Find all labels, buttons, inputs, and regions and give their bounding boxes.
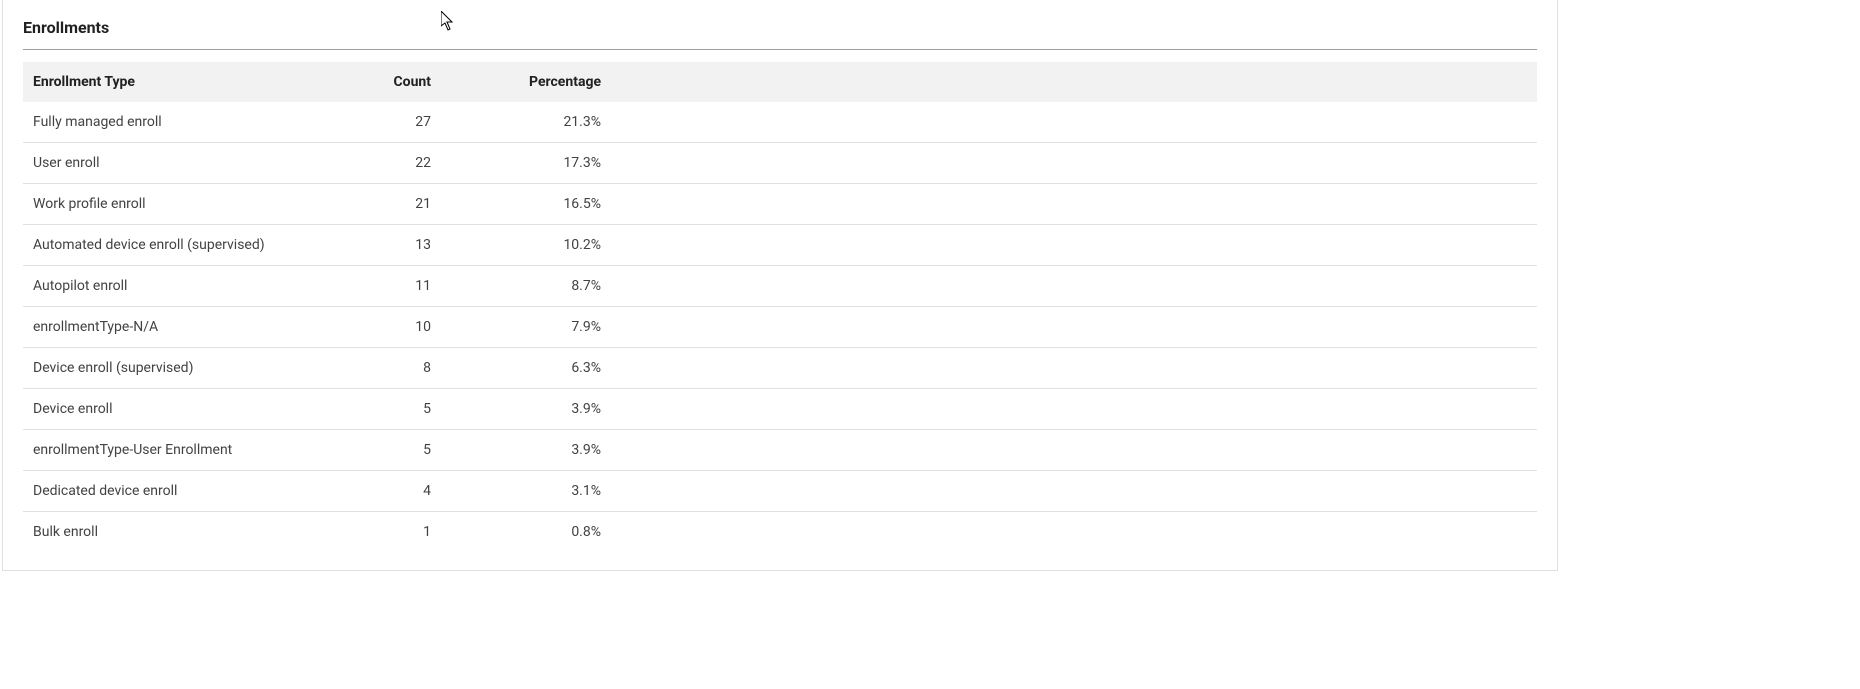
cell-fill <box>611 184 1537 225</box>
cell-percentage: 3.9% <box>441 430 611 471</box>
cell-percentage: 21.3% <box>441 102 611 143</box>
cell-enrollment-type: Dedicated device enroll <box>23 471 361 512</box>
cell-percentage: 0.8% <box>441 512 611 553</box>
cell-count: 5 <box>361 389 441 430</box>
table-row[interactable]: Device enroll53.9% <box>23 389 1537 430</box>
cell-count: 11 <box>361 266 441 307</box>
table-row[interactable]: Work profile enroll2116.5% <box>23 184 1537 225</box>
cell-count: 4 <box>361 471 441 512</box>
table-row[interactable]: Automated device enroll (supervised)1310… <box>23 225 1537 266</box>
cell-count: 1 <box>361 512 441 553</box>
header-percentage[interactable]: Percentage <box>441 62 611 102</box>
cell-count: 8 <box>361 348 441 389</box>
cell-count: 22 <box>361 143 441 184</box>
cell-fill <box>611 512 1537 553</box>
cell-enrollment-type: Work profile enroll <box>23 184 361 225</box>
table-header-row: Enrollment Type Count Percentage <box>23 62 1537 102</box>
cell-fill <box>611 266 1537 307</box>
header-fill <box>611 62 1537 102</box>
cell-fill <box>611 348 1537 389</box>
table-row[interactable]: Fully managed enroll2721.3% <box>23 102 1537 143</box>
cell-fill <box>611 389 1537 430</box>
cell-fill <box>611 430 1537 471</box>
table-row[interactable]: enrollmentType-N/A107.9% <box>23 307 1537 348</box>
cell-percentage: 3.9% <box>441 389 611 430</box>
cell-count: 27 <box>361 102 441 143</box>
enrollments-panel: Enrollments Enrollment Type Count Percen… <box>2 0 1558 571</box>
cell-enrollment-type: Fully managed enroll <box>23 102 361 143</box>
header-enrollment-type[interactable]: Enrollment Type <box>23 62 361 102</box>
table-row[interactable]: Autopilot enroll118.7% <box>23 266 1537 307</box>
table-row[interactable]: Dedicated device enroll43.1% <box>23 471 1537 512</box>
table-row[interactable]: Device enroll (supervised)86.3% <box>23 348 1537 389</box>
cell-enrollment-type: Automated device enroll (supervised) <box>23 225 361 266</box>
cell-count: 5 <box>361 430 441 471</box>
cell-enrollment-type: Device enroll <box>23 389 361 430</box>
cell-enrollment-type: Autopilot enroll <box>23 266 361 307</box>
table-body: Fully managed enroll2721.3%User enroll22… <box>23 102 1537 552</box>
cell-fill <box>611 143 1537 184</box>
table-row[interactable]: Bulk enroll10.8% <box>23 512 1537 553</box>
cell-percentage: 7.9% <box>441 307 611 348</box>
cell-fill <box>611 307 1537 348</box>
table-row[interactable]: User enroll2217.3% <box>23 143 1537 184</box>
header-count[interactable]: Count <box>361 62 441 102</box>
cell-enrollment-type: User enroll <box>23 143 361 184</box>
cell-enrollment-type: Device enroll (supervised) <box>23 348 361 389</box>
table-row[interactable]: enrollmentType-User Enrollment53.9% <box>23 430 1537 471</box>
cell-enrollment-type: enrollmentType-User Enrollment <box>23 430 361 471</box>
cell-enrollment-type: enrollmentType-N/A <box>23 307 361 348</box>
cell-percentage: 8.7% <box>441 266 611 307</box>
cell-percentage: 16.5% <box>441 184 611 225</box>
cell-percentage: 17.3% <box>441 143 611 184</box>
cell-fill <box>611 225 1537 266</box>
cell-count: 21 <box>361 184 441 225</box>
cell-fill <box>611 471 1537 512</box>
cell-percentage: 10.2% <box>441 225 611 266</box>
enrollments-table: Enrollment Type Count Percentage Fully m… <box>23 62 1537 552</box>
cell-percentage: 3.1% <box>441 471 611 512</box>
cell-enrollment-type: Bulk enroll <box>23 512 361 553</box>
cell-fill <box>611 102 1537 143</box>
cell-percentage: 6.3% <box>441 348 611 389</box>
panel-title: Enrollments <box>23 18 1537 50</box>
cell-count: 13 <box>361 225 441 266</box>
cell-count: 10 <box>361 307 441 348</box>
